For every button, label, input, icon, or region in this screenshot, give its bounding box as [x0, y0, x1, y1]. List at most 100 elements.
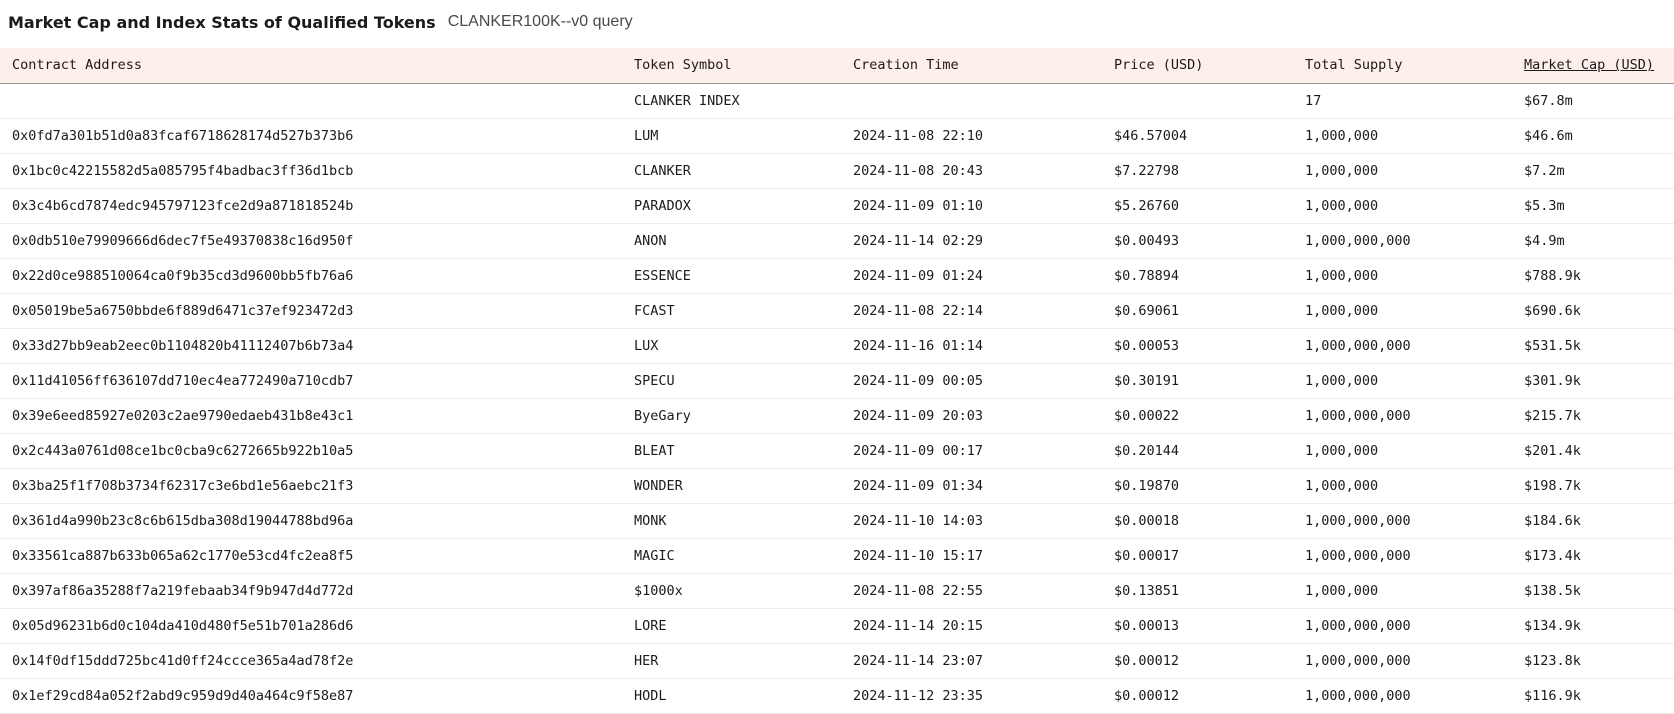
token-symbol-cell: ANON — [634, 232, 667, 249]
total-supply-cell: 1,000,000,000 — [1305, 547, 1411, 564]
market-cap-cell: $531.5k — [1524, 337, 1581, 354]
contract-address-cell: 0x397af86a35288f7a219febaab34f9b947d4d77… — [12, 582, 354, 599]
table-row: 0x22d0ce988510064ca0f9b35cd3d9600bb5fb76… — [0, 258, 1674, 293]
table-row: 0x397af86a35288f7a219febaab34f9b947d4d77… — [0, 573, 1674, 608]
table-row: 0x0db510e79909666d6dec7f5e49370838c16d95… — [0, 223, 1674, 258]
price-cell: $0.00012 — [1114, 687, 1180, 704]
token-symbol-cell: FCAST — [634, 302, 675, 319]
token-symbol-cell: LORE — [634, 617, 667, 634]
price-cell: $0.00012 — [1114, 652, 1180, 669]
price-cell: $0.69061 — [1114, 302, 1180, 319]
creation-time-cell: 2024-11-09 01:34 — [853, 477, 984, 494]
table-row: 0x1ef29cd84a052f2abd9c959d9d40a464c9f58e… — [0, 678, 1674, 713]
table-row: 0x33d27bb9eab2eec0b1104820b41112407b6b73… — [0, 328, 1674, 363]
creation-time-cell: 2024-11-09 00:17 — [853, 442, 984, 459]
table-row: 0x3ba25f1f708b3734f62317c3e6bd1e56aebc21… — [0, 468, 1674, 503]
total-supply-cell: 1,000,000,000 — [1305, 687, 1411, 704]
column-header-creation-time[interactable]: Creation Time — [841, 48, 1102, 84]
contract-address-cell: 0x05d96231b6d0c104da410d480f5e51b701a286… — [12, 617, 354, 634]
column-header-market-cap[interactable]: Market Cap (USD) — [1512, 48, 1674, 84]
contract-address-cell: 0x361d4a990b23c8c6b615dba308d19044788bd9… — [12, 512, 354, 529]
token-symbol-cell: PARADOX — [634, 197, 691, 214]
creation-time-cell: 2024-11-14 02:29 — [853, 232, 984, 249]
table-body: CLANKER INDEX 17 $67.8m 0x0fd7a301b51d0a83f… — [0, 83, 1674, 713]
creation-time-cell: 2024-11-09 20:03 — [853, 407, 984, 424]
total-supply-cell: 1,000,000 — [1305, 127, 1379, 144]
token-symbol-cell: SPECU — [634, 372, 675, 389]
column-header-contract-address[interactable]: Contract Address — [0, 48, 622, 84]
table-row: 0x0fd7a301b51d0a83fcaf6718628174d527b373… — [0, 118, 1674, 153]
creation-time-cell: 2024-11-08 22:10 — [853, 127, 984, 144]
contract-address-cell: 0x33d27bb9eab2eec0b1104820b41112407b6b73… — [12, 337, 354, 354]
total-supply-cell: 1,000,000,000 — [1305, 512, 1411, 529]
market-cap-cell: $301.9k — [1524, 372, 1581, 389]
contract-address-cell: 0x39e6eed85927e0203c2ae9790edaeb431b8e43… — [12, 407, 354, 424]
query-name[interactable]: CLANKER100K--v0 query — [448, 13, 633, 31]
token-symbol-cell: LUX — [634, 337, 659, 354]
market-cap-cell: $134.9k — [1524, 617, 1581, 634]
token-symbol-cell: ESSENCE — [634, 267, 691, 284]
price-cell: $7.22798 — [1114, 162, 1180, 179]
token-symbol-cell: CLANKER — [634, 162, 691, 179]
column-header-token-symbol[interactable]: Token Symbol — [622, 48, 841, 84]
total-supply-cell: 1,000,000 — [1305, 267, 1379, 284]
table-row: 0x33561ca887b633b065a62c1770e53cd4fc2ea8… — [0, 538, 1674, 573]
table-row: 0x11d41056ff636107dd710ec4ea772490a710cd… — [0, 363, 1674, 398]
creation-time-cell: 2024-11-14 20:15 — [853, 617, 984, 634]
total-supply-cell: 1,000,000 — [1305, 302, 1379, 319]
contract-address-cell — [0, 83, 622, 118]
total-supply-cell: 1,000,000 — [1305, 477, 1379, 494]
total-supply-cell: 1,000,000 — [1305, 582, 1379, 599]
market-cap-cell: $690.6k — [1524, 302, 1581, 319]
price-cell: $46.57004 — [1114, 127, 1188, 144]
price-cell: $0.30191 — [1114, 372, 1180, 389]
token-symbol-cell: HODL — [634, 687, 667, 704]
market-cap-cell: $788.9k — [1524, 267, 1581, 284]
total-supply-cell: 1,000,000 — [1305, 162, 1379, 179]
total-supply-cell: 1,000,000,000 — [1305, 232, 1411, 249]
token-symbol-cell: LUM — [634, 127, 659, 144]
market-cap-cell: $201.4k — [1524, 442, 1581, 459]
table-row: 0x14f0df15ddd725bc41d0ff24ccce365a4ad78f… — [0, 643, 1674, 678]
contract-address-cell: 0x14f0df15ddd725bc41d0ff24ccce365a4ad78f… — [12, 652, 354, 669]
column-header-total-supply[interactable]: Total Supply — [1293, 48, 1512, 84]
contract-address-cell: 0x22d0ce988510064ca0f9b35cd3d9600bb5fb76… — [12, 267, 354, 284]
token-symbol-cell: MONK — [634, 512, 667, 529]
creation-time-cell: 2024-11-08 22:14 — [853, 302, 984, 319]
market-cap-cell: $184.6k — [1524, 512, 1581, 529]
table-row: 0x1bc0c42215582d5a085795f4badbac3ff36d1b… — [0, 153, 1674, 188]
price-cell: $0.00018 — [1114, 512, 1180, 529]
total-supply-cell: 1,000,000 — [1305, 197, 1379, 214]
price-cell: $0.00017 — [1114, 547, 1180, 564]
market-cap-cell: $123.8k — [1524, 652, 1581, 669]
table-row: 0x2c443a0761d08ce1bc0cba9c6272665b922b10… — [0, 433, 1674, 468]
token-symbol-cell: MAGIC — [634, 547, 675, 564]
market-cap-cell: $138.5k — [1524, 582, 1581, 599]
token-symbol-cell: ByeGary — [634, 407, 691, 424]
market-cap-cell: $116.9k — [1524, 687, 1581, 704]
total-supply-cell: 1,000,000,000 — [1305, 617, 1411, 634]
price-cell — [1102, 83, 1293, 118]
page-header: Market Cap and Index Stats of Qualified … — [0, 0, 1674, 44]
results-table: Contract Address Token Symbol Creation T… — [0, 48, 1674, 714]
header-row: Contract Address Token Symbol Creation T… — [0, 48, 1674, 84]
price-cell: $0.00053 — [1114, 337, 1180, 354]
price-cell: $5.26760 — [1114, 197, 1180, 214]
table-row: 0x3c4b6cd7874edc945797123fce2d9a87181852… — [0, 188, 1674, 223]
total-supply-cell: 17 — [1305, 92, 1322, 109]
token-symbol-cell: CLANKER INDEX — [634, 92, 740, 109]
table-row: 0x39e6eed85927e0203c2ae9790edaeb431b8e43… — [0, 398, 1674, 433]
creation-time-cell: 2024-11-16 01:14 — [853, 337, 984, 354]
contract-address-cell: 0x2c443a0761d08ce1bc0cba9c6272665b922b10… — [12, 442, 354, 459]
table-header: Contract Address Token Symbol Creation T… — [0, 48, 1674, 84]
creation-time-cell: 2024-11-09 00:05 — [853, 372, 984, 389]
contract-address-cell: 0x0fd7a301b51d0a83fcaf6718628174d527b373… — [12, 127, 354, 144]
token-symbol-cell: BLEAT — [634, 442, 675, 459]
contract-address-cell: 0x1bc0c42215582d5a085795f4badbac3ff36d1b… — [12, 162, 354, 179]
column-header-price[interactable]: Price (USD) — [1102, 48, 1293, 84]
token-symbol-cell: $1000x — [634, 582, 683, 599]
creation-time-cell: 2024-11-08 22:55 — [853, 582, 984, 599]
market-cap-cell: $215.7k — [1524, 407, 1581, 424]
page-title: Market Cap and Index Stats of Qualified … — [8, 12, 436, 32]
table-row: 0x361d4a990b23c8c6b615dba308d19044788bd9… — [0, 503, 1674, 538]
